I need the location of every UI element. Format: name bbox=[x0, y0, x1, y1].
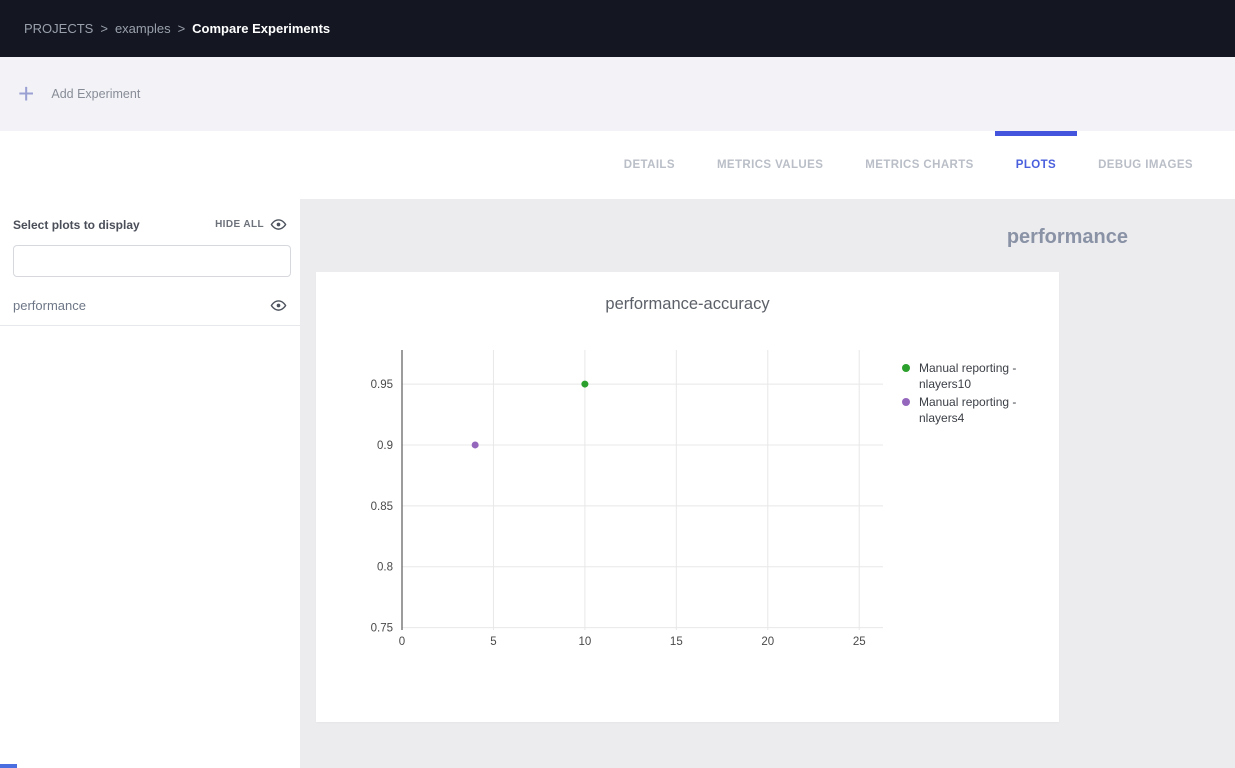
eye-icon bbox=[270, 216, 287, 233]
plot-list: performance bbox=[0, 286, 300, 326]
legend-item[interactable]: Manual reporting -nlayers10 bbox=[902, 360, 1016, 392]
scatter-point[interactable] bbox=[472, 441, 479, 448]
hide-all-label: HIDE ALL bbox=[215, 219, 264, 230]
legend-label: Manual reporting -nlayers10 bbox=[919, 360, 1016, 392]
plus-icon: + bbox=[18, 80, 34, 108]
plots-panel: performance performance-accuracy 0.950.9… bbox=[300, 199, 1235, 768]
y-axis-tick-label: 0.95 bbox=[371, 379, 393, 391]
tab-metrics-values[interactable]: METRICS VALUES bbox=[696, 131, 844, 199]
breadcrumb-separator: > bbox=[100, 21, 108, 36]
add-experiment-bar: + Add Experiment bbox=[0, 57, 1235, 131]
x-axis-tick-label: 20 bbox=[761, 636, 774, 648]
legend-marker bbox=[902, 398, 910, 406]
tab-bar: DETAILS METRICS VALUES METRICS CHARTS PL… bbox=[0, 131, 1235, 199]
hide-all-button[interactable]: HIDE ALL bbox=[215, 216, 287, 233]
breadcrumb-current-page: Compare Experiments bbox=[192, 21, 330, 36]
y-axis-tick-label: 0.9 bbox=[377, 440, 393, 452]
x-axis-tick-label: 25 bbox=[853, 636, 866, 648]
chart-legend: Manual reporting -nlayers10Manual report… bbox=[902, 360, 1016, 428]
plot-selection-sidebar: Select plots to display HIDE ALL perform… bbox=[0, 199, 300, 768]
breadcrumb-separator: > bbox=[178, 21, 186, 36]
plot-group-title: performance bbox=[1007, 226, 1128, 249]
tab-details[interactable]: DETAILS bbox=[603, 131, 696, 199]
sidebar-header: Select plots to display HIDE ALL bbox=[0, 199, 300, 233]
breadcrumb: PROJECTS > examples > Compare Experiment… bbox=[24, 21, 330, 36]
legend-marker bbox=[902, 364, 910, 372]
y-axis-tick-label: 0.8 bbox=[377, 562, 393, 574]
sidebar-title: Select plots to display bbox=[13, 218, 140, 232]
y-axis-tick-label: 0.75 bbox=[371, 623, 393, 635]
x-axis-tick-label: 15 bbox=[670, 636, 683, 648]
y-axis-tick-label: 0.85 bbox=[371, 501, 393, 513]
legend-label: Manual reporting -nlayers4 bbox=[919, 394, 1016, 426]
x-axis-tick-label: 0 bbox=[399, 636, 405, 648]
breadcrumb-projects[interactable]: PROJECTS bbox=[24, 21, 93, 36]
legend-item[interactable]: Manual reporting -nlayers4 bbox=[902, 394, 1016, 426]
tab-plots[interactable]: PLOTS bbox=[995, 131, 1077, 199]
add-experiment-label: Add Experiment bbox=[51, 87, 140, 101]
tab-debug-images[interactable]: DEBUG IMAGES bbox=[1077, 131, 1214, 199]
x-axis-tick-label: 10 bbox=[578, 636, 591, 648]
tabs: DETAILS METRICS VALUES METRICS CHARTS PL… bbox=[603, 131, 1214, 199]
scatter-point[interactable] bbox=[581, 381, 588, 388]
plot-list-item-performance[interactable]: performance bbox=[0, 286, 300, 326]
top-bar: PROJECTS > examples > Compare Experiment… bbox=[0, 0, 1235, 57]
eye-icon[interactable] bbox=[270, 297, 287, 314]
scatter-chart: 0.95 0.9 0.85 0.8 0.75 0 5 10 15 20 25 bbox=[316, 272, 1059, 722]
horizontal-scrollbar-thumb[interactable] bbox=[0, 764, 17, 768]
breadcrumb-examples[interactable]: examples bbox=[115, 21, 171, 36]
x-axis-tick-label: 5 bbox=[490, 636, 496, 648]
compare-experiments-page: PROJECTS > examples > Compare Experiment… bbox=[0, 0, 1235, 768]
add-experiment-button[interactable]: + Add Experiment bbox=[18, 80, 140, 108]
plot-filter-input[interactable] bbox=[13, 245, 291, 277]
content-area: Select plots to display HIDE ALL perform… bbox=[0, 199, 1235, 768]
plot-card: performance-accuracy 0.950.90.850.80.750… bbox=[316, 272, 1059, 722]
plot-list-item-label: performance bbox=[13, 298, 86, 313]
tab-metrics-charts[interactable]: METRICS CHARTS bbox=[844, 131, 994, 199]
